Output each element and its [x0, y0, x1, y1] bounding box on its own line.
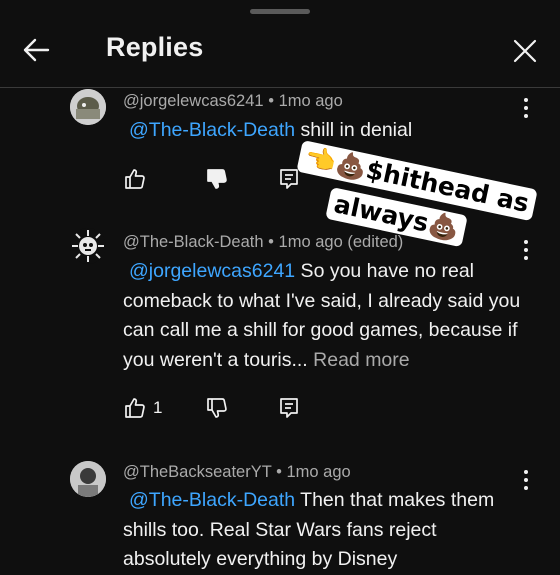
thumbs-down-icon [207, 398, 227, 418]
comment-meta: @TheBackseaterYT • 1mo ago [123, 463, 351, 481]
author-name[interactable]: @TheBackseaterYT [123, 463, 272, 481]
reply-button[interactable] [277, 395, 301, 421]
author-name[interactable]: @The-Black-Death [123, 233, 264, 251]
comment-text: @The-Black-Death shill in denial [129, 119, 413, 141]
author-name[interactable]: @jorgelewcas6241 [123, 92, 264, 110]
avatar[interactable] [70, 461, 106, 497]
replies-header: Replies [0, 18, 560, 84]
dislike-button[interactable] [205, 395, 229, 421]
close-button[interactable] [512, 38, 538, 64]
dislike-button[interactable] [205, 166, 229, 192]
page-title: Replies [106, 32, 204, 62]
arrow-left-icon [23, 38, 50, 62]
like-button[interactable]: 1 [123, 395, 162, 421]
thumbs-up-icon [125, 169, 145, 189]
thumbs-down-icon [207, 169, 227, 189]
close-icon [513, 39, 537, 63]
reply-comment-icon [280, 398, 298, 418]
like-count: 1 [153, 398, 163, 417]
comment-time: 1mo ago [286, 463, 351, 481]
mention-link[interactable]: @The-Black-Death [129, 489, 295, 511]
header-divider [0, 87, 560, 88]
comment-time: 1mo ago [278, 92, 343, 110]
avatar[interactable] [70, 89, 106, 125]
comment-text: @The-Black-Death Then that makes them sh… [123, 489, 495, 570]
thumbs-up-icon [125, 398, 145, 418]
read-more-link[interactable]: Read more [313, 349, 409, 371]
back-button[interactable] [20, 34, 52, 66]
mention-link[interactable]: @The-Black-Death [129, 119, 295, 141]
skull-sun-avatar-icon [72, 230, 104, 262]
avatar-image [70, 461, 106, 497]
comment-meta: @jorgelewcas6241 • 1mo ago [123, 92, 343, 110]
mention-link[interactable]: @jorgelewcas6241 [129, 260, 295, 282]
like-button[interactable] [123, 166, 147, 192]
drag-handle[interactable] [250, 9, 310, 14]
avatar-image [70, 89, 106, 125]
avatar[interactable] [70, 228, 106, 264]
